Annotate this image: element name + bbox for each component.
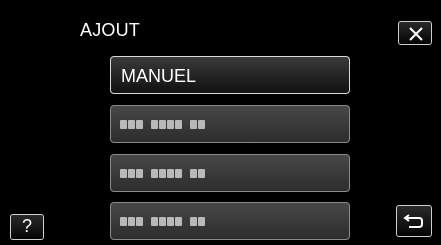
close-icon <box>409 27 423 41</box>
masked-text <box>120 120 206 129</box>
return-icon <box>403 214 423 228</box>
page-title: AJOUT <box>80 20 141 40</box>
menu-item-placeholder-3[interactable] <box>110 202 350 240</box>
menu-item-placeholder-1[interactable] <box>110 105 350 143</box>
close-button[interactable] <box>398 21 432 45</box>
menu-item-manuel[interactable]: MANUEL <box>110 56 350 94</box>
back-button[interactable] <box>396 205 432 237</box>
menu-item-label: MANUEL <box>121 66 197 86</box>
menu-item-placeholder-2[interactable] <box>110 154 350 192</box>
help-button[interactable]: ? <box>10 214 44 240</box>
masked-text <box>120 169 206 178</box>
camera-screen: AJOUT MANUEL ? <box>0 0 441 245</box>
masked-text <box>120 217 206 226</box>
